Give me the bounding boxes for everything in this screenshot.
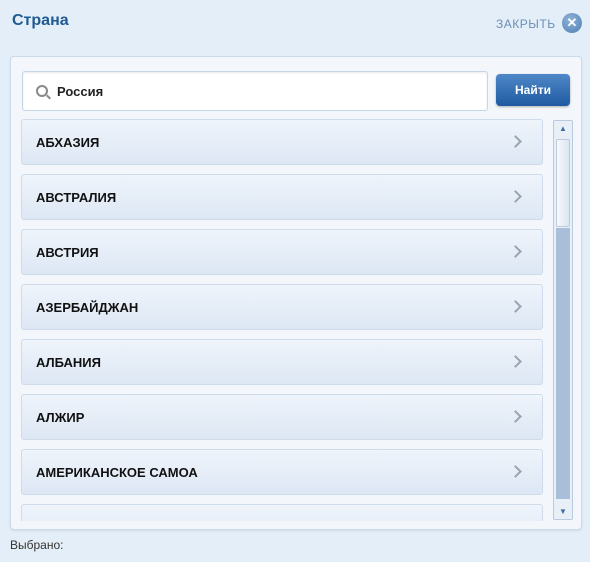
list-item-label: АЗЕРБАЙДЖАН — [36, 300, 139, 315]
scroll-up-arrow-icon[interactable]: ▲ — [554, 121, 572, 136]
list-item-label: АЛЖИР — [36, 410, 85, 425]
scroll-track[interactable] — [556, 228, 570, 499]
list-item[interactable]: АВСТРИЯ — [21, 229, 543, 275]
scroll-down-arrow-icon[interactable]: ▼ — [554, 504, 572, 519]
list-item[interactable]: АЗЕРБАЙДЖАН — [21, 284, 543, 330]
list-item[interactable]: АМЕРИКАНСКОЕ САМОА — [21, 449, 543, 495]
country-list: АБХАЗИЯ АВСТРАЛИЯ АВСТРИЯ АЗЕРБАЙДЖАН АЛ… — [21, 119, 545, 521]
chevron-right-icon — [509, 410, 522, 423]
scroll-thumb[interactable] — [556, 139, 570, 227]
list-item[interactable]: АВСТРАЛИЯ — [21, 174, 543, 220]
search-input[interactable] — [57, 72, 477, 110]
close-link[interactable]: ЗАКРЫТЬ — [496, 17, 556, 31]
search-box — [22, 71, 488, 111]
chevron-right-icon — [509, 135, 522, 148]
list-item-label: АВСТРИЯ — [36, 245, 99, 260]
list-item[interactable]: АБХАЗИЯ — [21, 119, 543, 165]
chevron-right-icon — [509, 190, 522, 203]
scrollbar[interactable]: ▲ ▼ — [553, 120, 573, 520]
close-icon[interactable]: ✕ — [562, 13, 582, 33]
list-item-label: АЛБАНИЯ — [36, 355, 101, 370]
search-icon — [36, 85, 48, 97]
selected-label: Выбрано: — [10, 538, 64, 552]
list-item[interactable]: АЛБАНИЯ — [21, 339, 543, 385]
list-item[interactable]: АЛЖИР — [21, 394, 543, 440]
chevron-right-icon — [509, 355, 522, 368]
country-panel: Найти АБХАЗИЯ АВСТРАЛИЯ АВСТРИЯ АЗЕРБАЙД… — [10, 56, 582, 530]
list-item-label: АМЕРИКАНСКОЕ САМОА — [36, 465, 198, 480]
list-item[interactable] — [21, 504, 543, 521]
page-title: Страна — [12, 12, 69, 29]
chevron-right-icon — [509, 245, 522, 258]
chevron-right-icon — [509, 465, 522, 478]
list-item-label: АВСТРАЛИЯ — [36, 190, 117, 205]
chevron-right-icon — [509, 300, 522, 313]
list-item-label: АБХАЗИЯ — [36, 135, 100, 150]
find-button[interactable]: Найти — [496, 74, 570, 106]
